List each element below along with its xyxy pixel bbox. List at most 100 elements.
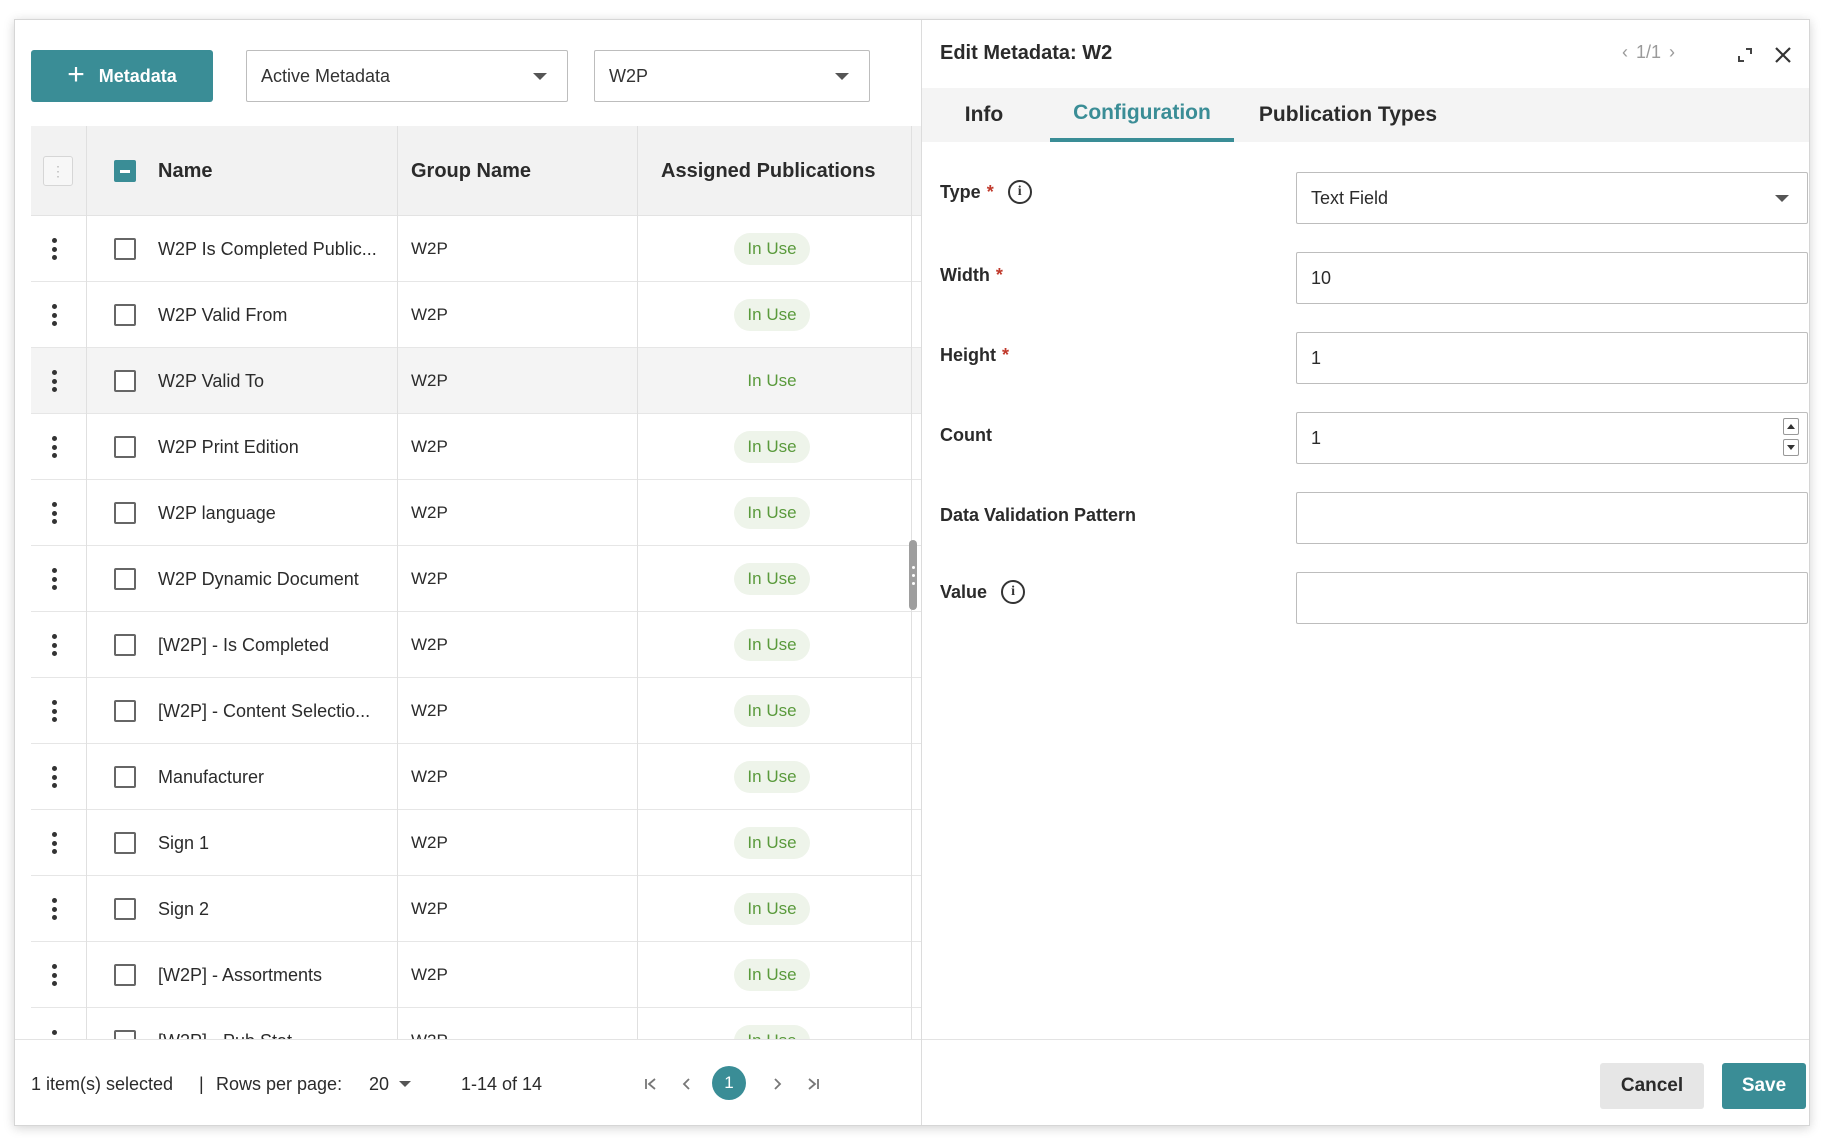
cancel-button[interactable]: Cancel: [1600, 1063, 1704, 1109]
status-badge: In Use: [734, 233, 810, 265]
kebab-icon[interactable]: [49, 766, 59, 788]
column-header-group[interactable]: Group Name: [411, 126, 531, 216]
table-row[interactable]: W2P Valid From W2P In Use: [31, 282, 921, 348]
group-filter-select[interactable]: W2P: [594, 50, 870, 102]
row-checkbox[interactable]: [114, 436, 136, 458]
row-checkbox[interactable]: [114, 370, 136, 392]
type-select[interactable]: Text Field: [1296, 172, 1808, 224]
table-row[interactable]: W2P Print Edition W2P In Use: [31, 414, 921, 480]
table-row[interactable]: [W2P] - Content Selectio... W2P In Use: [31, 678, 921, 744]
row-checkbox[interactable]: [114, 964, 136, 986]
table-header: ⋮ Name Group Name Assigned Publications: [31, 126, 921, 216]
row-name: Sign 2: [158, 898, 210, 919]
table-row[interactable]: [W2P] - Assortments W2P In Use: [31, 942, 921, 1008]
add-metadata-label: Metadata: [98, 65, 177, 86]
row-group: W2P: [411, 503, 448, 522]
table-row[interactable]: Manufacturer W2P In Use: [31, 744, 921, 810]
row-name: W2P Print Edition: [158, 436, 299, 457]
next-page-icon[interactable]: [761, 1068, 793, 1100]
row-group: W2P: [411, 239, 448, 258]
row-group: W2P: [411, 965, 448, 984]
selection-count: 1 item(s) selected: [31, 1073, 174, 1094]
pattern-field-label: Data Validation Pattern: [940, 505, 1136, 526]
row-checkbox[interactable]: [114, 898, 136, 920]
count-stepper[interactable]: 1: [1296, 412, 1808, 464]
toolbar: + Metadata Active Metadata W2P: [15, 20, 921, 130]
kebab-icon[interactable]: [49, 568, 59, 590]
table-row[interactable]: W2P Valid To W2P In Use: [31, 348, 921, 414]
value-input[interactable]: [1296, 572, 1808, 624]
save-button[interactable]: Save: [1722, 1063, 1806, 1109]
table-row[interactable]: [W2P] - Is Completed W2P In Use: [31, 612, 921, 678]
pane-resize-handle[interactable]: [909, 540, 917, 610]
metadata-filter-value: Active Metadata: [261, 65, 391, 86]
kebab-icon[interactable]: [49, 436, 59, 458]
select-all-checkbox[interactable]: [114, 160, 136, 182]
height-input[interactable]: 1: [1296, 332, 1808, 384]
row-checkbox[interactable]: [114, 700, 136, 722]
increment-icon[interactable]: [1783, 418, 1799, 435]
row-checkbox[interactable]: [114, 502, 136, 524]
status-badge: In Use: [747, 371, 797, 390]
status-badge: In Use: [734, 299, 810, 331]
row-checkbox[interactable]: [114, 238, 136, 260]
kebab-icon[interactable]: [49, 964, 59, 986]
info-icon[interactable]: i: [1001, 580, 1026, 604]
row-checkbox[interactable]: [114, 304, 136, 326]
kebab-icon[interactable]: [49, 898, 59, 920]
row-checkbox[interactable]: [114, 634, 136, 656]
first-page-icon[interactable]: [635, 1068, 667, 1100]
table-row[interactable]: Sign 2 W2P In Use: [31, 876, 921, 942]
status-badge: In Use: [734, 959, 810, 991]
row-checkbox[interactable]: [114, 832, 136, 854]
row-checkbox[interactable]: [114, 766, 136, 788]
kebab-icon[interactable]: [49, 700, 59, 722]
required-mark: *: [1002, 345, 1010, 365]
pattern-label-text: Data Validation Pattern: [940, 505, 1137, 525]
table-footer: 1 item(s) selected | Rows per page: 20 1…: [15, 1039, 921, 1125]
row-group: W2P: [411, 437, 448, 456]
kebab-icon[interactable]: [49, 370, 59, 392]
row-group: W2P: [411, 833, 448, 852]
kebab-icon[interactable]: [49, 634, 59, 656]
plus-icon: +: [67, 58, 85, 91]
caret-down-icon: [835, 73, 849, 80]
row-name: W2P language: [158, 502, 276, 523]
table-row[interactable]: [W2P] - Pub Stat... W2P In Use: [31, 1008, 921, 1039]
table-row[interactable]: W2P Dynamic Document W2P In Use: [31, 546, 921, 612]
row-name: Sign 1: [158, 832, 210, 853]
close-icon[interactable]: [1768, 40, 1798, 70]
kebab-icon[interactable]: [49, 502, 59, 524]
last-page-icon[interactable]: [797, 1068, 829, 1100]
status-badge: In Use: [734, 629, 810, 661]
metadata-filter-select[interactable]: Active Metadata: [246, 50, 568, 102]
decrement-icon[interactable]: [1783, 439, 1799, 456]
kebab-icon[interactable]: [49, 304, 59, 326]
expand-icon[interactable]: [1730, 40, 1760, 70]
row-checkbox[interactable]: [114, 568, 136, 590]
table-row[interactable]: W2P Is Completed Public... W2P In Use: [31, 216, 921, 282]
column-grip-icon[interactable]: ⋮: [43, 156, 73, 186]
kebab-icon[interactable]: [49, 238, 59, 260]
kebab-icon[interactable]: [49, 1030, 59, 1039]
tab-info[interactable]: Info: [938, 88, 1030, 142]
tab-configuration[interactable]: Configuration: [1050, 88, 1234, 142]
tab-publication-types[interactable]: Publication Types: [1240, 88, 1456, 142]
row-checkbox[interactable]: [114, 1030, 136, 1039]
rows-per-page-select[interactable]: 20: [369, 1040, 412, 1125]
next-item-icon[interactable]: ›: [1669, 42, 1675, 63]
kebab-icon[interactable]: [49, 832, 59, 854]
pattern-input[interactable]: [1296, 492, 1808, 544]
table-row[interactable]: Sign 1 W2P In Use: [31, 810, 921, 876]
column-header-name[interactable]: Name: [158, 126, 212, 216]
group-filter-value: W2P: [609, 65, 649, 86]
current-page-button[interactable]: 1: [712, 1066, 746, 1100]
add-metadata-button[interactable]: + Metadata: [31, 50, 213, 102]
table-row[interactable]: W2P language W2P In Use: [31, 480, 921, 546]
info-icon[interactable]: i: [1007, 180, 1032, 204]
prev-item-icon[interactable]: ‹: [1622, 42, 1628, 63]
width-input[interactable]: 10: [1296, 252, 1808, 304]
prev-page-icon[interactable]: [671, 1068, 703, 1100]
panel-title: Edit Metadata: W2: [940, 42, 1113, 64]
column-header-assigned[interactable]: Assigned Publications: [661, 126, 875, 216]
